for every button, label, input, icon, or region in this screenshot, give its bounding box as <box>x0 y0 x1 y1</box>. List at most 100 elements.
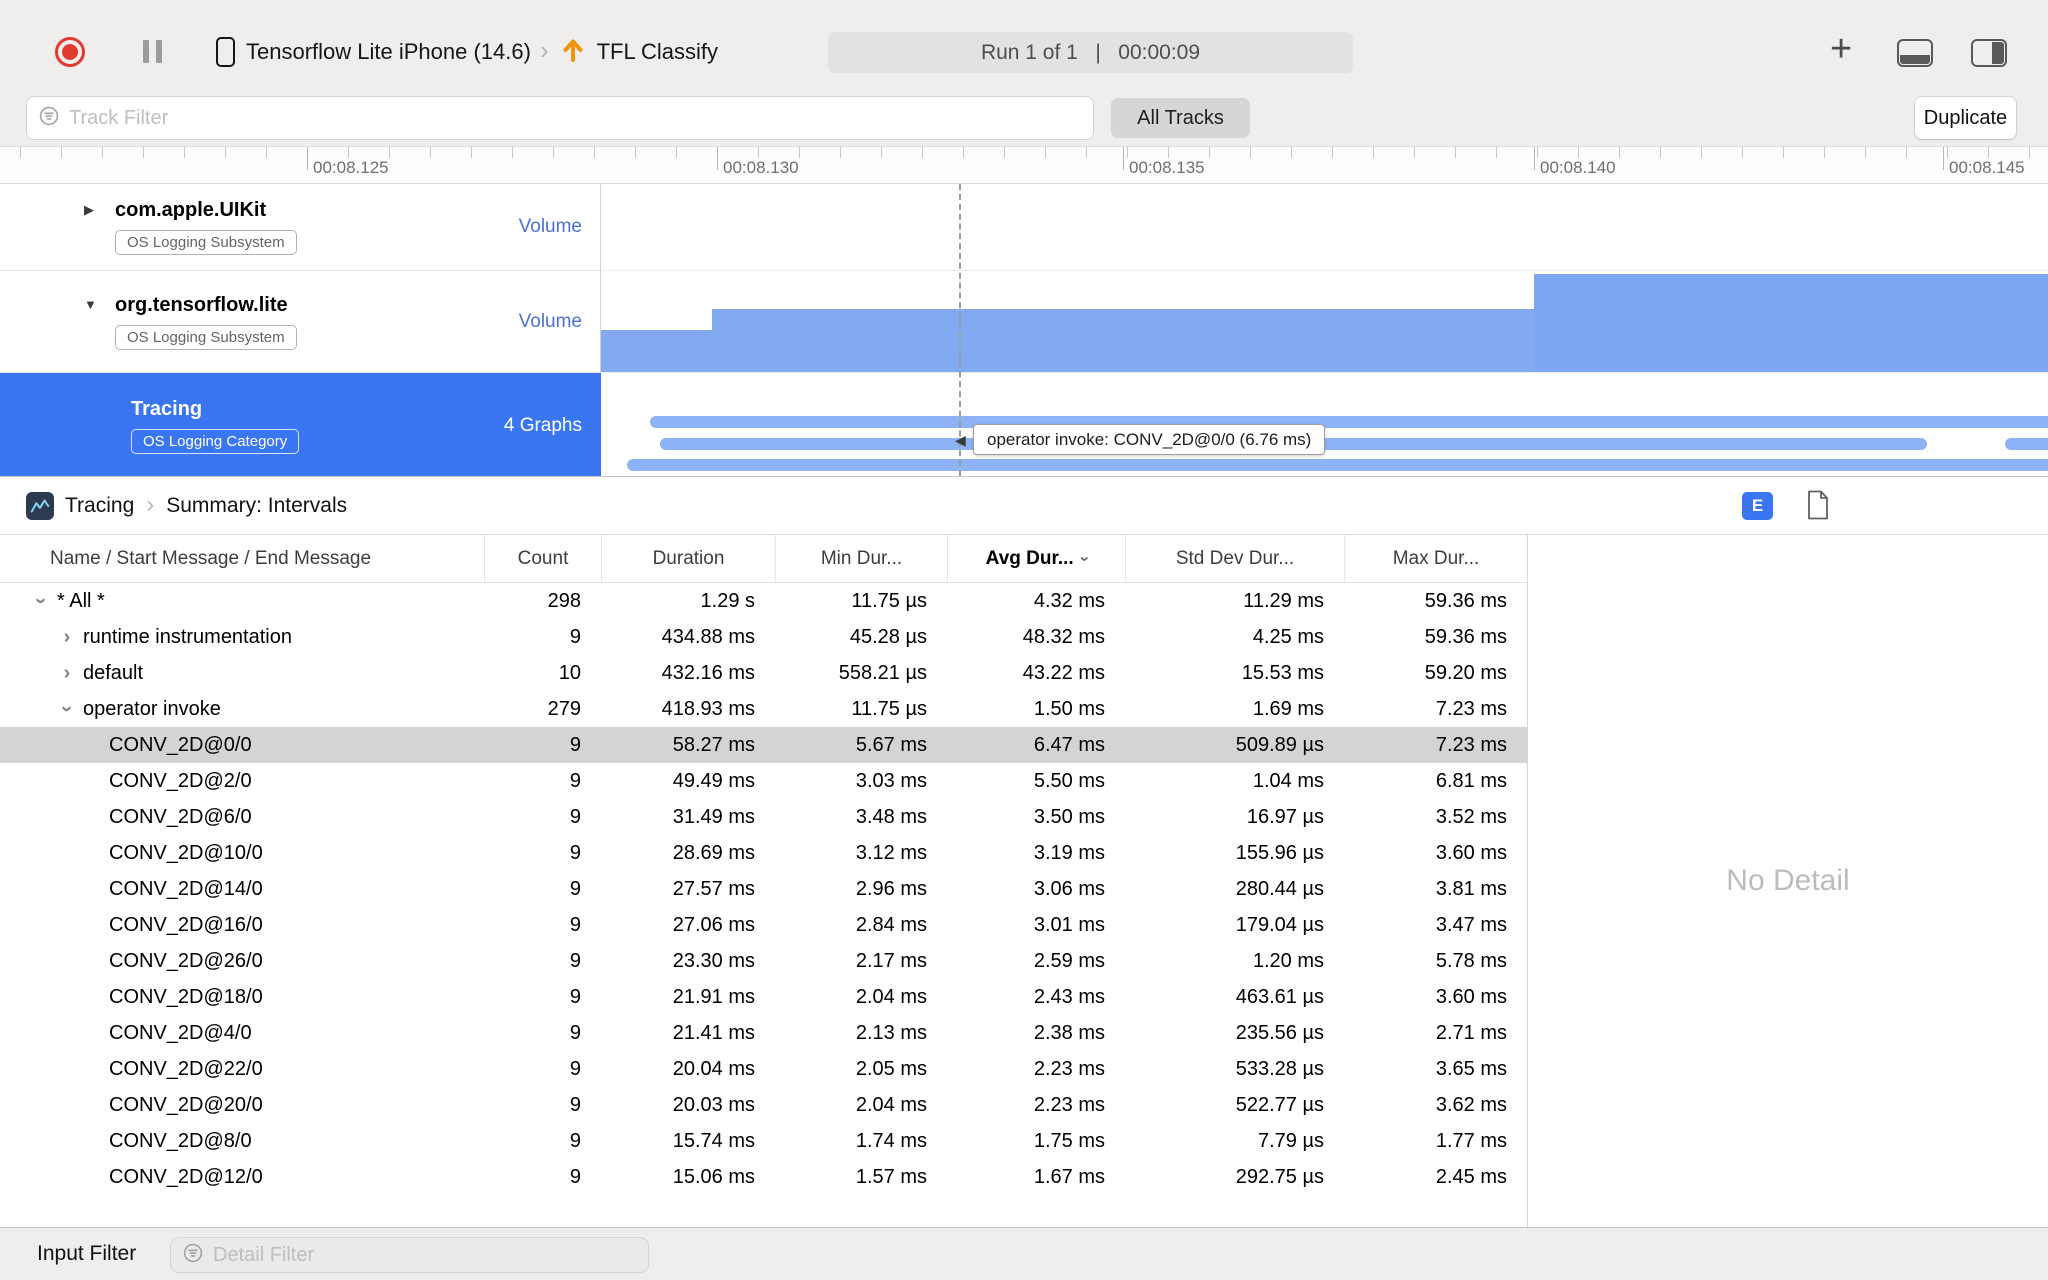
row-avg-duration: 43.22 ms <box>1022 661 1105 684</box>
duplicate-button[interactable]: Duplicate <box>1915 97 2016 139</box>
row-avg-duration: 2.23 ms <box>1033 1093 1105 1116</box>
breadcrumb-leaf[interactable]: Summary: Intervals <box>166 494 347 518</box>
track-plot-tracing-graphs[interactable] <box>601 373 2048 476</box>
toggle-right-pane-button[interactable] <box>1971 39 2007 67</box>
row-duration: 15.74 ms <box>672 1129 755 1152</box>
row-stddev-duration: 1.20 ms <box>1252 949 1324 972</box>
row-disclosure-chevron[interactable]: › <box>30 590 52 612</box>
row-count: 9 <box>569 769 581 792</box>
table-row[interactable]: › CONV_2D@16/0 9 27.06 ms 2.84 ms 3.01 m… <box>0 907 1527 943</box>
breadcrumb-root[interactable]: Tracing <box>65 494 134 518</box>
row-name: default <box>83 661 144 684</box>
toolbar: Tensorflow Lite iPhone (14.6) › TFL Clas… <box>0 0 2048 91</box>
row-name: * All * <box>57 589 105 612</box>
interval-bar[interactable] <box>627 459 2048 471</box>
all-tracks-button[interactable]: All Tracks <box>1111 98 1250 138</box>
table-row[interactable]: › CONV_2D@20/0 9 20.03 ms 2.04 ms 2.23 m… <box>0 1087 1527 1123</box>
add-instrument-button[interactable]: + <box>1830 30 1852 68</box>
detail-filter-input[interactable]: Detail Filter <box>170 1237 649 1273</box>
table-row[interactable]: › CONV_2D@12/0 9 15.06 ms 1.57 ms 1.67 m… <box>0 1159 1527 1195</box>
disclosure-expanded-icon[interactable]: ▼ <box>84 297 97 312</box>
table-row[interactable]: › CONV_2D@18/0 9 21.91 ms 2.04 ms 2.43 m… <box>0 979 1527 1015</box>
row-count: 9 <box>569 1129 581 1152</box>
row-count: 9 <box>569 805 581 828</box>
track-area: ▶ com.apple.UIKit OS Logging Subsystem V… <box>0 183 2048 477</box>
row-disclosure-chevron[interactable]: › <box>56 627 78 647</box>
record-button[interactable] <box>55 36 85 67</box>
track-row-tensorflow[interactable]: ▼ org.tensorflow.lite OS Logging Subsyst… <box>0 271 2048 373</box>
table-row[interactable]: › CONV_2D@0/0 9 58.27 ms 5.67 ms 6.47 ms… <box>0 727 1527 763</box>
row-max-duration: 7.23 ms <box>1435 733 1507 756</box>
row-count: 9 <box>569 1165 581 1188</box>
row-count: 9 <box>569 1093 581 1116</box>
track-filter-input[interactable]: Track Filter <box>26 96 1094 140</box>
track-badge: OS Logging Subsystem <box>115 324 297 350</box>
column-header-avg-sorted[interactable]: Avg Dur... › <box>947 535 1125 582</box>
track-plot-uikit[interactable] <box>601 184 2048 271</box>
table-row[interactable]: › operator invoke 279 418.93 ms 11.75 µs… <box>0 691 1527 727</box>
document-icon[interactable] <box>1806 490 1830 525</box>
interval-tooltip: operator invoke: CONV_2D@0/0 (6.76 ms) <box>973 424 1326 455</box>
row-disclosure-chevron[interactable]: › <box>56 663 78 683</box>
table-row[interactable]: › CONV_2D@4/0 9 21.41 ms 2.13 ms 2.38 ms… <box>0 1015 1527 1051</box>
row-count: 298 <box>547 589 581 612</box>
row-name-cell: › CONV_2D@22/0 <box>0 1051 484 1087</box>
row-count: 9 <box>569 1021 581 1044</box>
row-avg-duration: 2.23 ms <box>1033 1057 1105 1080</box>
row-min-duration: 2.04 ms <box>855 985 927 1008</box>
toggle-bottom-pane-button[interactable] <box>1897 39 1933 67</box>
disclosure-collapsed-icon[interactable]: ▶ <box>84 202 94 218</box>
row-min-duration: 11.75 µs <box>851 589 927 612</box>
interval-bar[interactable] <box>2005 438 2048 450</box>
volume-bar-segment <box>601 330 712 372</box>
row-duration: 20.04 ms <box>672 1057 755 1080</box>
table-row[interactable]: › CONV_2D@22/0 9 20.04 ms 2.05 ms 2.23 m… <box>0 1051 1527 1087</box>
track-header-uikit[interactable]: ▶ com.apple.UIKit OS Logging Subsystem V… <box>0 184 601 271</box>
row-disclosure-chevron[interactable]: › <box>56 698 78 720</box>
target-app-icon <box>560 36 586 69</box>
column-header-stddev[interactable]: Std Dev Dur... <box>1125 535 1344 582</box>
target-selector[interactable]: TFL Classify <box>597 39 718 65</box>
column-header-max[interactable]: Max Dur... <box>1344 535 1527 582</box>
input-filter-label: Input Filter <box>37 1242 137 1265</box>
time-ruler[interactable]: 00:08.125 00:08.130 00:08.135 00:08.140 … <box>0 146 2048 183</box>
row-stddev-duration: 1.04 ms <box>1252 769 1324 792</box>
column-header-count[interactable]: Count <box>484 535 601 582</box>
interval-bar[interactable] <box>650 416 2048 428</box>
column-header-name[interactable]: Name / Start Message / End Message <box>0 535 484 582</box>
row-stddev-duration: 280.44 µs <box>1235 877 1324 900</box>
row-max-duration: 3.81 ms <box>1435 877 1507 900</box>
track-header-tracing[interactable]: Tracing OS Logging Category 4 Graphs <box>0 373 601 476</box>
table-row[interactable]: › default 10 432.16 ms 558.21 µs 43.22 m… <box>0 655 1527 691</box>
tracing-instrument-icon <box>26 491 54 520</box>
column-header-min[interactable]: Min Dur... <box>775 535 947 582</box>
table-row[interactable]: › CONV_2D@6/0 9 31.49 ms 3.48 ms 3.50 ms… <box>0 799 1527 835</box>
table-row[interactable]: › CONV_2D@8/0 9 15.74 ms 1.74 ms 1.75 ms… <box>0 1123 1527 1159</box>
pause-button[interactable] <box>143 40 162 63</box>
row-min-duration: 2.13 ms <box>855 1021 927 1044</box>
row-min-duration: 1.57 ms <box>855 1165 927 1188</box>
row-avg-duration: 2.38 ms <box>1033 1021 1105 1044</box>
track-row-uikit[interactable]: ▶ com.apple.UIKit OS Logging Subsystem V… <box>0 184 2048 271</box>
table-row[interactable]: › runtime instrumentation 9 434.88 ms 45… <box>0 619 1527 655</box>
table-row[interactable]: › CONV_2D@10/0 9 28.69 ms 3.12 ms 3.19 m… <box>0 835 1527 871</box>
table-row[interactable]: › * All * 298 1.29 s 11.75 µs 4.32 ms 11… <box>0 583 1527 619</box>
row-name-cell: › CONV_2D@20/0 <box>0 1087 484 1123</box>
row-stddev-duration: 179.04 µs <box>1235 913 1324 936</box>
track-header-tensorflow[interactable]: ▼ org.tensorflow.lite OS Logging Subsyst… <box>0 271 601 373</box>
row-duration: 27.06 ms <box>672 913 755 936</box>
table-row[interactable]: › CONV_2D@14/0 9 27.57 ms 2.96 ms 3.06 m… <box>0 871 1527 907</box>
table-row[interactable]: › CONV_2D@26/0 9 23.30 ms 2.17 ms 2.59 m… <box>0 943 1527 979</box>
device-selector[interactable]: Tensorflow Lite iPhone (14.6) <box>246 39 531 65</box>
row-duration: 23.30 ms <box>672 949 755 972</box>
row-avg-duration: 3.19 ms <box>1033 841 1105 864</box>
row-avg-duration: 2.59 ms <box>1033 949 1105 972</box>
extended-detail-button[interactable]: E <box>1742 492 1773 520</box>
row-min-duration: 3.12 ms <box>855 841 927 864</box>
track-plot-tensorflow-volume[interactable] <box>601 271 2048 373</box>
column-header-duration[interactable]: Duration <box>601 535 775 582</box>
row-min-duration: 2.04 ms <box>855 1093 927 1116</box>
row-count: 9 <box>569 1057 581 1080</box>
row-name-cell: › * All * <box>0 583 484 619</box>
table-row[interactable]: › CONV_2D@2/0 9 49.49 ms 3.03 ms 5.50 ms… <box>0 763 1527 799</box>
